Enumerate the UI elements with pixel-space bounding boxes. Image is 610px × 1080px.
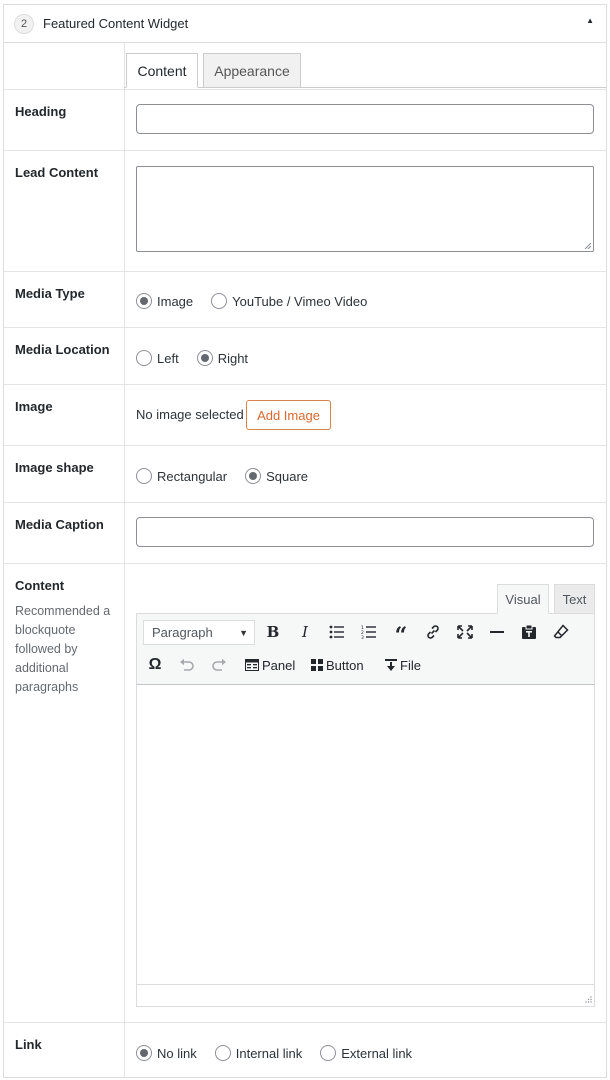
link-option-none[interactable]: No link — [136, 1045, 197, 1061]
media-type-row: Media Type Image YouTube / Vimeo Video — [4, 271, 606, 327]
media-location-option-left[interactable]: Left — [136, 350, 179, 366]
radio-label: No link — [157, 1045, 197, 1061]
radio-label: External link — [341, 1045, 413, 1061]
image-shape-option-rectangular[interactable]: Rectangular — [136, 468, 227, 484]
format-select-value: Paragraph — [152, 625, 213, 640]
special-character-icon[interactable]: Ω — [141, 651, 169, 679]
lead-content-textarea[interactable] — [136, 166, 594, 252]
radio-label: Right — [217, 350, 249, 366]
format-select[interactable]: Paragraph ▼ — [143, 620, 255, 645]
media-location-row: Media Location Left Right — [4, 327, 606, 384]
heading-row: Heading — [4, 89, 606, 150]
horizontal-rule-icon[interactable] — [483, 618, 511, 646]
editor-tab-text[interactable]: Text — [554, 584, 595, 614]
featured-content-widget: 2 Featured Content Widget ▲ Content Appe… — [3, 4, 607, 1078]
link-option-internal[interactable]: Internal link — [214, 1045, 303, 1061]
media-location-option-right[interactable]: Right — [196, 350, 249, 366]
editor-tab-visual[interactable]: Visual — [497, 584, 549, 614]
media-caption-row: Media Caption — [4, 502, 606, 563]
triangle-up-icon[interactable]: ▲ — [586, 16, 594, 25]
image-status-text: No image selected — [136, 407, 244, 422]
file-button-label: File — [400, 657, 421, 673]
media-location-label: Media Location — [15, 342, 110, 357]
media-type-option-video[interactable]: YouTube / Vimeo Video — [211, 293, 367, 309]
content-label: Content — [15, 578, 65, 593]
radio-label: Left — [157, 350, 179, 366]
link-radio-group: No link Internal link External link — [136, 1045, 430, 1061]
svg-text:3: 3 — [361, 635, 364, 639]
redo-icon[interactable] — [205, 651, 233, 679]
numbered-list-icon[interactable]: 123 — [355, 618, 383, 646]
chevron-down-icon: ▼ — [239, 628, 248, 638]
heading-input[interactable] — [136, 104, 594, 134]
fullscreen-icon[interactable] — [451, 618, 479, 646]
heading-label: Heading — [15, 104, 67, 119]
panel-button-label: Panel — [262, 657, 296, 673]
image-row: Image No image selected Add Image — [4, 384, 606, 445]
file-button[interactable]: File — [385, 651, 421, 679]
image-shape-label: Image shape — [15, 460, 94, 475]
widget-number-badge: 2 — [14, 13, 34, 34]
media-type-label: Media Type — [15, 286, 85, 301]
tab-appearance[interactable]: Appearance — [203, 53, 301, 88]
media-location-radio-group: Left Right — [136, 350, 266, 366]
tab-content[interactable]: Content — [126, 53, 198, 88]
media-caption-label: Media Caption — [15, 517, 104, 532]
widget-header[interactable]: 2 Featured Content Widget ▲ — [4, 5, 606, 43]
media-caption-input[interactable] — [136, 517, 594, 547]
content-description: Recommended a blockquote followed by add… — [15, 604, 111, 694]
bold-icon[interactable]: B — [259, 618, 287, 646]
editor-statusbar — [137, 984, 594, 1006]
media-type-radio-group: Image YouTube / Vimeo Video — [136, 293, 385, 309]
radio-button[interactable] — [196, 350, 213, 366]
italic-icon[interactable]: I — [291, 618, 319, 646]
widget-title: Featured Content Widget — [43, 16, 189, 31]
radio-label: Internal link — [235, 1045, 303, 1061]
link-icon[interactable] — [419, 618, 447, 646]
paste-as-text-icon[interactable] — [515, 618, 543, 646]
clear-formatting-icon[interactable] — [547, 618, 575, 646]
bullet-list-icon[interactable] — [323, 618, 351, 646]
radio-label: Rectangular — [157, 468, 228, 484]
link-option-external[interactable]: External link — [320, 1045, 412, 1061]
radio-button[interactable] — [136, 1045, 152, 1061]
link-label: Link — [15, 1037, 42, 1052]
blockquote-icon[interactable]: “ — [387, 618, 415, 649]
image-shape-radio-group: Rectangular Square — [136, 468, 326, 484]
link-row: Link No link Internal link External link — [4, 1022, 606, 1077]
radio-button[interactable] — [245, 468, 262, 484]
panel-icon — [245, 659, 259, 671]
editor-content-area[interactable] — [136, 684, 595, 1007]
content-row: Content Recommended a blockquote followe… — [4, 563, 606, 1022]
editor-toolbar: Paragraph ▼ B I 123 “ Ω Panel Button Fil… — [136, 613, 595, 685]
add-image-button[interactable]: Add Image — [246, 400, 331, 430]
radio-label: Image — [157, 293, 194, 309]
lead-content-label: Lead Content — [15, 165, 99, 180]
button-shortcode-button[interactable]: Button — [311, 651, 364, 679]
radio-button[interactable] — [136, 350, 152, 366]
radio-button[interactable] — [136, 293, 152, 309]
resize-handle-icon[interactable] — [584, 996, 592, 1004]
radio-button[interactable] — [320, 1045, 337, 1061]
image-shape-row: Image shape Rectangular Square — [4, 445, 606, 502]
panel-button[interactable]: Panel — [245, 651, 295, 679]
rich-text-editor: Visual Text Paragraph ▼ B I 123 “ Ω Pane… — [136, 584, 595, 1007]
image-label: Image — [15, 399, 53, 414]
button-shortcode-label: Button — [326, 657, 364, 673]
download-icon — [385, 658, 397, 672]
radio-button[interactable] — [211, 293, 228, 309]
radio-button[interactable] — [214, 1045, 231, 1061]
radio-button[interactable] — [136, 468, 152, 484]
image-shape-option-square[interactable]: Square — [245, 468, 308, 484]
resize-handle-icon[interactable] — [583, 241, 591, 249]
widget-tabs: Content Appearance — [4, 43, 606, 88]
media-type-option-image[interactable]: Image — [136, 293, 193, 309]
radio-label: Square — [266, 468, 309, 484]
radio-label: YouTube / Vimeo Video — [232, 293, 368, 309]
lead-content-row: Lead Content — [4, 150, 606, 271]
undo-icon[interactable] — [173, 651, 201, 679]
grid-icon — [311, 659, 323, 671]
